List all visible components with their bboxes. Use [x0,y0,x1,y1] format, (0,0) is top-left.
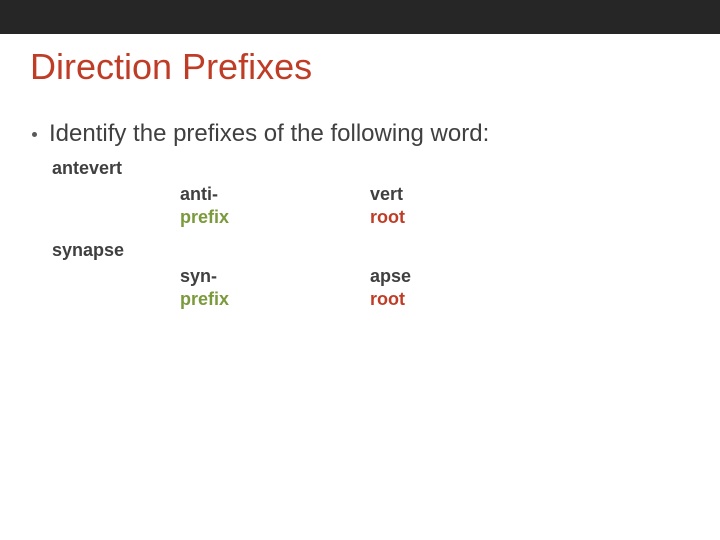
root-label: root [370,206,560,229]
breakdown-root-col: vert root [370,183,560,228]
top-stripe [0,0,720,34]
word-label: antevert [52,158,670,179]
prefix-part: syn- [180,265,370,288]
slide-body: Identify the prefixes of the following w… [30,120,670,322]
root-part: vert [370,183,560,206]
slide: Direction Prefixes Identify the prefixes… [0,0,720,540]
bullet-line: Identify the prefixes of the following w… [30,120,670,148]
breakdown-prefix-col: anti- prefix [180,183,370,228]
word-label: synapse [52,240,670,261]
prefix-part: anti- [180,183,370,206]
breakdown-root-col: apse root [370,265,560,310]
prefix-label: prefix [180,288,370,311]
breakdown-row: anti- prefix vert root [180,183,670,228]
root-label: root [370,288,560,311]
bullet-text: Identify the prefixes of the following w… [49,120,489,148]
prefix-label: prefix [180,206,370,229]
breakdown-row: syn- prefix apse root [180,265,670,310]
breakdown-prefix-col: syn- prefix [180,265,370,310]
slide-title: Direction Prefixes [30,46,312,88]
root-part: apse [370,265,560,288]
bullet-dot-icon [32,132,37,137]
